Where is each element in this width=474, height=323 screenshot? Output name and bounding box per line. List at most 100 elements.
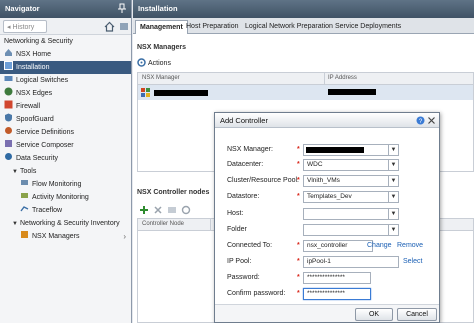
confirm-password-label: Confirm password:	[227, 290, 286, 297]
datastore-label: Datastore:	[227, 193, 260, 200]
cancel-button[interactable]: Cancel	[397, 308, 437, 321]
required-asterisk: *	[297, 258, 300, 265]
ip-pool-value: ipPool-1	[307, 258, 331, 265]
host-label: Host:	[227, 210, 244, 217]
nav-item-service-composer[interactable]: Service Composer	[0, 139, 131, 152]
nav-item-data-security[interactable]: Data Security	[0, 152, 131, 165]
tab-host-preparation[interactable]: Host Preparation	[182, 20, 243, 34]
navigator-header: Navigator	[0, 0, 131, 18]
datacenter-select[interactable]: WDC ▼	[303, 159, 399, 171]
activity-icon	[21, 193, 28, 198]
column-header-ip-address[interactable]: IP Address	[328, 75, 357, 81]
password-label: Password:	[227, 274, 260, 281]
nav-label: Networking & Security Inventory	[20, 220, 120, 227]
service-icon	[5, 127, 12, 134]
section-title-controller-nodes: NSX Controller nodes	[137, 189, 210, 196]
nav-item-nsx-home[interactable]: NSX Home	[0, 48, 131, 61]
cluster-value: Vlnith_VMs	[307, 177, 340, 184]
chevron-down-icon: ▼	[388, 145, 398, 155]
home-icon	[5, 49, 12, 56]
page-title: Installation	[138, 4, 178, 13]
dialog-title: Add Controller	[220, 116, 268, 125]
expand-triangle-icon: ▼	[12, 221, 18, 227]
datacenter-value: WDC	[307, 161, 323, 168]
nav-label: Tools	[20, 168, 37, 175]
actions-button[interactable]: Actions	[137, 58, 171, 67]
tab-service-deployments[interactable]: Service Deployments	[331, 20, 405, 34]
nav-label: Traceflow	[32, 207, 63, 214]
tab-management[interactable]: Management	[135, 20, 188, 34]
nav-item-activity-monitoring[interactable]: Activity Monitoring	[0, 191, 131, 204]
password-input[interactable]: ***************	[303, 272, 371, 284]
dialog-title-bar: Add Controller ?	[215, 113, 439, 128]
nav-label: Service Composer	[16, 142, 74, 149]
chevron-right-icon: ›	[123, 232, 126, 241]
connected-to-label: Connected To:	[227, 242, 273, 249]
help-icon[interactable]: ?	[416, 116, 425, 125]
nsx-manager-label: NSX Manager:	[227, 146, 273, 153]
connected-to-field: nsx_controller	[303, 240, 373, 252]
edge-icon	[4, 87, 13, 96]
delete-icon[interactable]	[153, 205, 163, 215]
section-title-nsx-managers: NSX Managers	[137, 44, 187, 51]
navigator-tree: Networking & Security NSX Home Installat…	[0, 35, 131, 243]
navigator-toolbar: ◂ History	[0, 18, 131, 35]
remove-link[interactable]: Remove	[397, 242, 423, 249]
nav-item-installation[interactable]: Installation	[0, 61, 131, 74]
redacted-nsx-manager	[306, 147, 364, 153]
folder-select[interactable]: ▼	[303, 224, 399, 236]
redacted-ip-address	[328, 89, 376, 95]
datastore-value: Templates_Dev	[307, 193, 352, 200]
nav-group-inventory[interactable]: ▼ Networking & Security Inventory	[0, 217, 131, 230]
add-icon[interactable]	[139, 205, 149, 215]
datacenter-label: Datacenter:	[227, 161, 264, 168]
add-controller-dialog: Add Controller ? NSX Manager: * ▼ Datace…	[214, 112, 440, 323]
host-select[interactable]: ▼	[303, 208, 399, 220]
chevron-down-icon: ▼	[388, 209, 398, 219]
nav-item-spoofguard[interactable]: SpoofGuard	[0, 113, 131, 126]
datastore-select[interactable]: Templates_Dev ▼	[303, 191, 399, 203]
nav-section-networking-security[interactable]: Networking & Security	[0, 35, 131, 48]
pin-icon[interactable]	[117, 3, 127, 14]
nav-item-firewall[interactable]: Firewall	[0, 100, 131, 113]
nav-label: Installation	[16, 64, 50, 71]
tab-logical-network-preparation[interactable]: Logical Network Preparation	[241, 20, 337, 34]
nav-label: Logical Switches	[16, 77, 69, 84]
nav-group-tools[interactable]: ▼ Tools	[0, 165, 131, 178]
download-icon[interactable]	[167, 205, 177, 215]
nav-item-flow-monitoring[interactable]: Flow Monitoring	[0, 178, 131, 191]
column-header-controller-node[interactable]: Controller Node	[142, 221, 184, 227]
close-icon[interactable]	[427, 116, 436, 125]
column-header-nsx-manager[interactable]: NSX Manager	[142, 75, 180, 81]
nav-item-nsx-managers[interactable]: NSX Managers ›	[0, 230, 131, 243]
change-link[interactable]: Change	[367, 242, 392, 249]
tab-bar: Management Host Preparation Logical Netw…	[133, 18, 474, 34]
firewall-icon	[4, 100, 13, 109]
column-divider	[324, 73, 325, 85]
nav-label: NSX Home	[16, 51, 52, 58]
table-row[interactable]	[138, 85, 473, 100]
flow-icon	[21, 180, 28, 185]
cluster-label: Cluster/Resource Pool:	[227, 177, 299, 184]
nav-label: Service Definitions	[16, 129, 74, 136]
nav-item-nsx-edges[interactable]: NSX Edges	[0, 87, 131, 100]
required-asterisk: *	[297, 290, 300, 297]
confirm-password-input[interactable]: ***************	[303, 288, 371, 300]
traceflow-icon	[20, 206, 29, 212]
nav-item-service-definitions[interactable]: Service Definitions	[0, 126, 131, 139]
nav-item-traceflow[interactable]: Traceflow	[0, 204, 131, 217]
cluster-select[interactable]: Vlnith_VMs ▼	[303, 175, 399, 187]
nav-label: Networking & Security	[4, 38, 73, 45]
nav-item-logical-switches[interactable]: Logical Switches	[0, 74, 131, 87]
password-value: ***************	[307, 274, 345, 281]
ok-button[interactable]: OK	[355, 308, 393, 321]
refresh-icon[interactable]	[181, 205, 191, 215]
history-button[interactable]: ◂ History	[3, 20, 47, 33]
chevron-down-icon: ▼	[388, 160, 398, 170]
chevron-down-icon: ▼	[388, 225, 398, 235]
nsx-manager-select[interactable]: ▼	[303, 144, 399, 156]
select-link[interactable]: Select	[403, 258, 422, 265]
home-icon[interactable]	[104, 21, 115, 32]
required-asterisk: *	[297, 161, 300, 168]
settings-icon[interactable]	[119, 21, 129, 32]
